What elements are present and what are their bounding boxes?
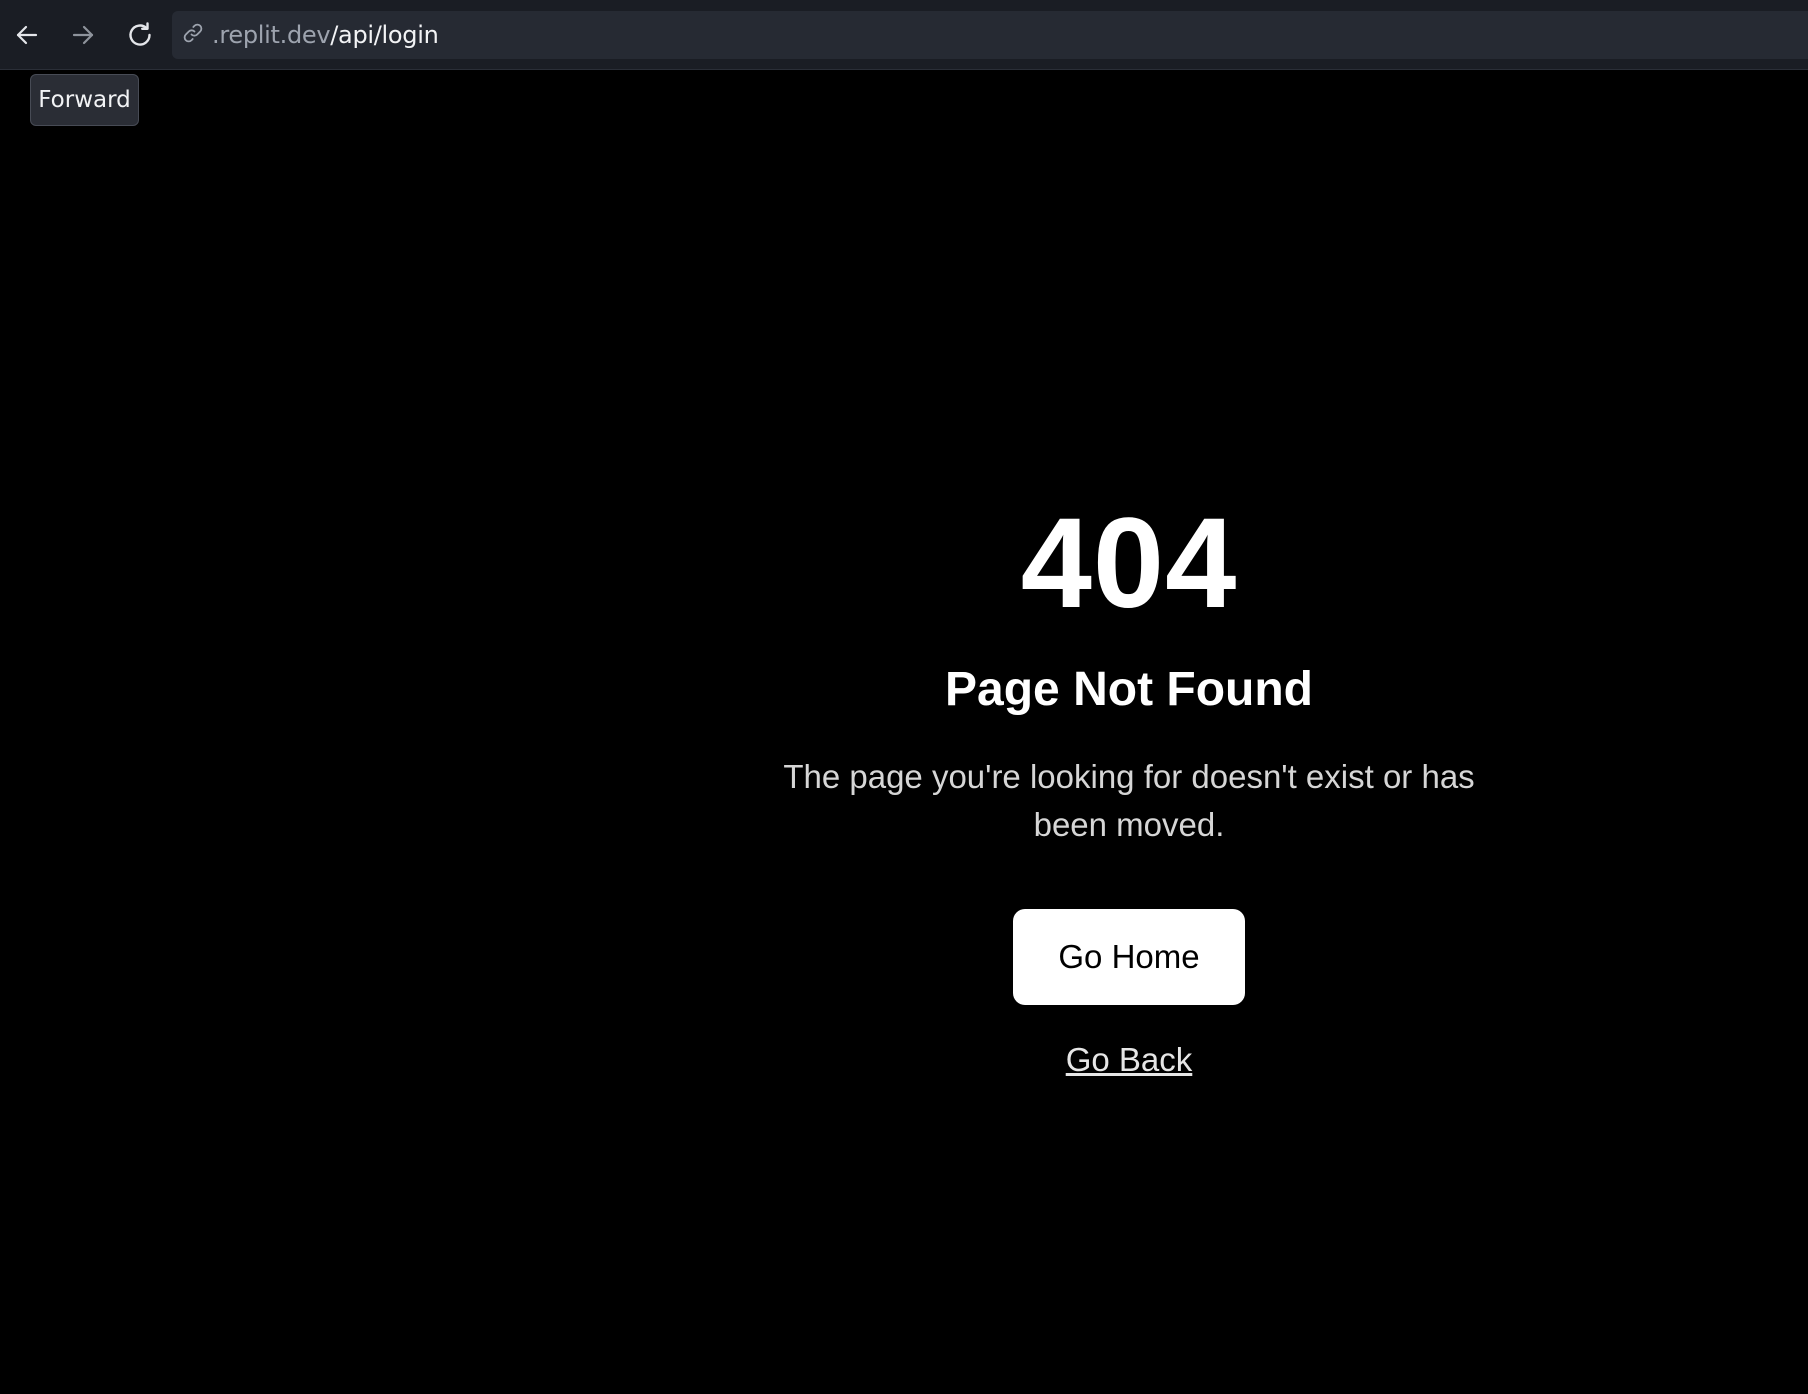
address-bar[interactable]: .replit.dev/api/login [172,11,1808,59]
page-content: 404 Page Not Found The page you're looki… [0,70,1808,1394]
arrow-left-icon [14,22,40,48]
arrow-right-icon [70,22,96,48]
back-button[interactable] [4,12,50,58]
reload-icon [125,20,155,50]
reload-button[interactable] [117,12,163,58]
url-domain: .replit.dev [212,21,331,49]
error-code: 404 [1020,492,1238,635]
error-message: The page you're looking for doesn't exis… [783,757,1475,843]
browser-toolbar: .replit.dev/api/login [0,0,1808,70]
link-icon [182,22,204,49]
go-back-link[interactable]: Go Back [1066,1041,1193,1079]
page-title: Page Not Found [945,663,1313,716]
go-home-button[interactable]: Go Home [1013,908,1245,1005]
url-text: .replit.dev/api/login [212,21,439,49]
url-path: /api/login [330,21,439,49]
forward-button[interactable] [60,12,106,58]
not-found-panel: 404 Page Not Found The page you're looki… [729,70,1529,1079]
